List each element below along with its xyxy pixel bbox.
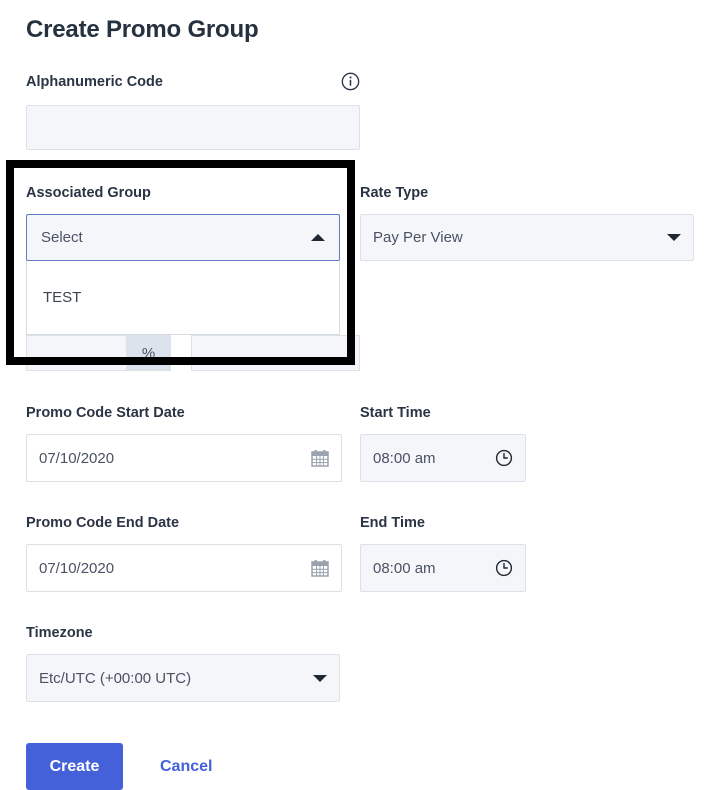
info-circle-icon[interactable] xyxy=(341,72,360,91)
alphanumeric-code-input[interactable] xyxy=(26,105,360,150)
discount-amount-row: % xyxy=(26,335,360,371)
end-time-input[interactable]: 08:00 am xyxy=(360,544,526,592)
caret-down-icon[interactable] xyxy=(313,674,327,682)
clock-icon[interactable] xyxy=(495,559,513,577)
create-button[interactable]: Create xyxy=(26,743,123,790)
calendar-icon[interactable] xyxy=(311,449,329,467)
timezone-label: Timezone xyxy=(26,625,93,641)
timezone-select[interactable]: Etc/UTC (+00:00 UTC) xyxy=(26,654,340,702)
timezone-selected-value: Etc/UTC (+00:00 UTC) xyxy=(39,669,192,687)
start-time-label: Start Time xyxy=(360,405,431,421)
associated-group-label: Associated Group xyxy=(26,185,151,201)
end-time-value: 08:00 am xyxy=(373,559,436,577)
page-title: Create Promo Group xyxy=(26,16,259,43)
cancel-button[interactable]: Cancel xyxy=(160,743,212,790)
alphanumeric-code-label-row: Alphanumeric Code xyxy=(26,72,360,91)
associated-group-option[interactable]: TEST xyxy=(27,283,339,313)
promo-code-start-date-value: 07/10/2020 xyxy=(39,449,115,467)
start-time-value: 08:00 am xyxy=(373,449,436,467)
promo-code-end-date-value: 07/10/2020 xyxy=(39,559,115,577)
associated-group-selected-value: Select xyxy=(41,229,83,246)
calendar-icon[interactable] xyxy=(311,559,329,577)
rate-type-select[interactable]: Pay Per View xyxy=(360,214,694,261)
promo-code-end-date-input[interactable]: 07/10/2020 xyxy=(26,544,342,592)
associated-group-select[interactable]: Select xyxy=(26,214,340,261)
discount-value-input[interactable] xyxy=(26,335,126,371)
alphanumeric-code-label: Alphanumeric Code xyxy=(26,73,163,90)
promo-code-start-date-input[interactable]: 07/10/2020 xyxy=(26,434,342,482)
caret-up-icon[interactable] xyxy=(311,234,325,241)
secondary-value-input[interactable] xyxy=(191,335,360,371)
rate-type-label: Rate Type xyxy=(360,185,429,201)
rate-type-selected-value: Pay Per View xyxy=(373,229,463,246)
caret-down-icon[interactable] xyxy=(667,234,681,241)
create-promo-group-form: Create Promo Group Alphanumeric Code Ass… xyxy=(0,0,715,790)
promo-code-end-date-label: Promo Code End Date xyxy=(26,515,180,531)
clock-icon[interactable] xyxy=(495,449,513,467)
start-time-input[interactable]: 08:00 am xyxy=(360,434,526,482)
percent-suffix: % xyxy=(126,335,171,371)
end-time-label: End Time xyxy=(360,515,425,531)
row-gap xyxy=(171,335,191,371)
promo-code-start-date-label: Promo Code Start Date xyxy=(26,405,185,421)
associated-group-option-list[interactable]: TEST xyxy=(26,261,340,335)
